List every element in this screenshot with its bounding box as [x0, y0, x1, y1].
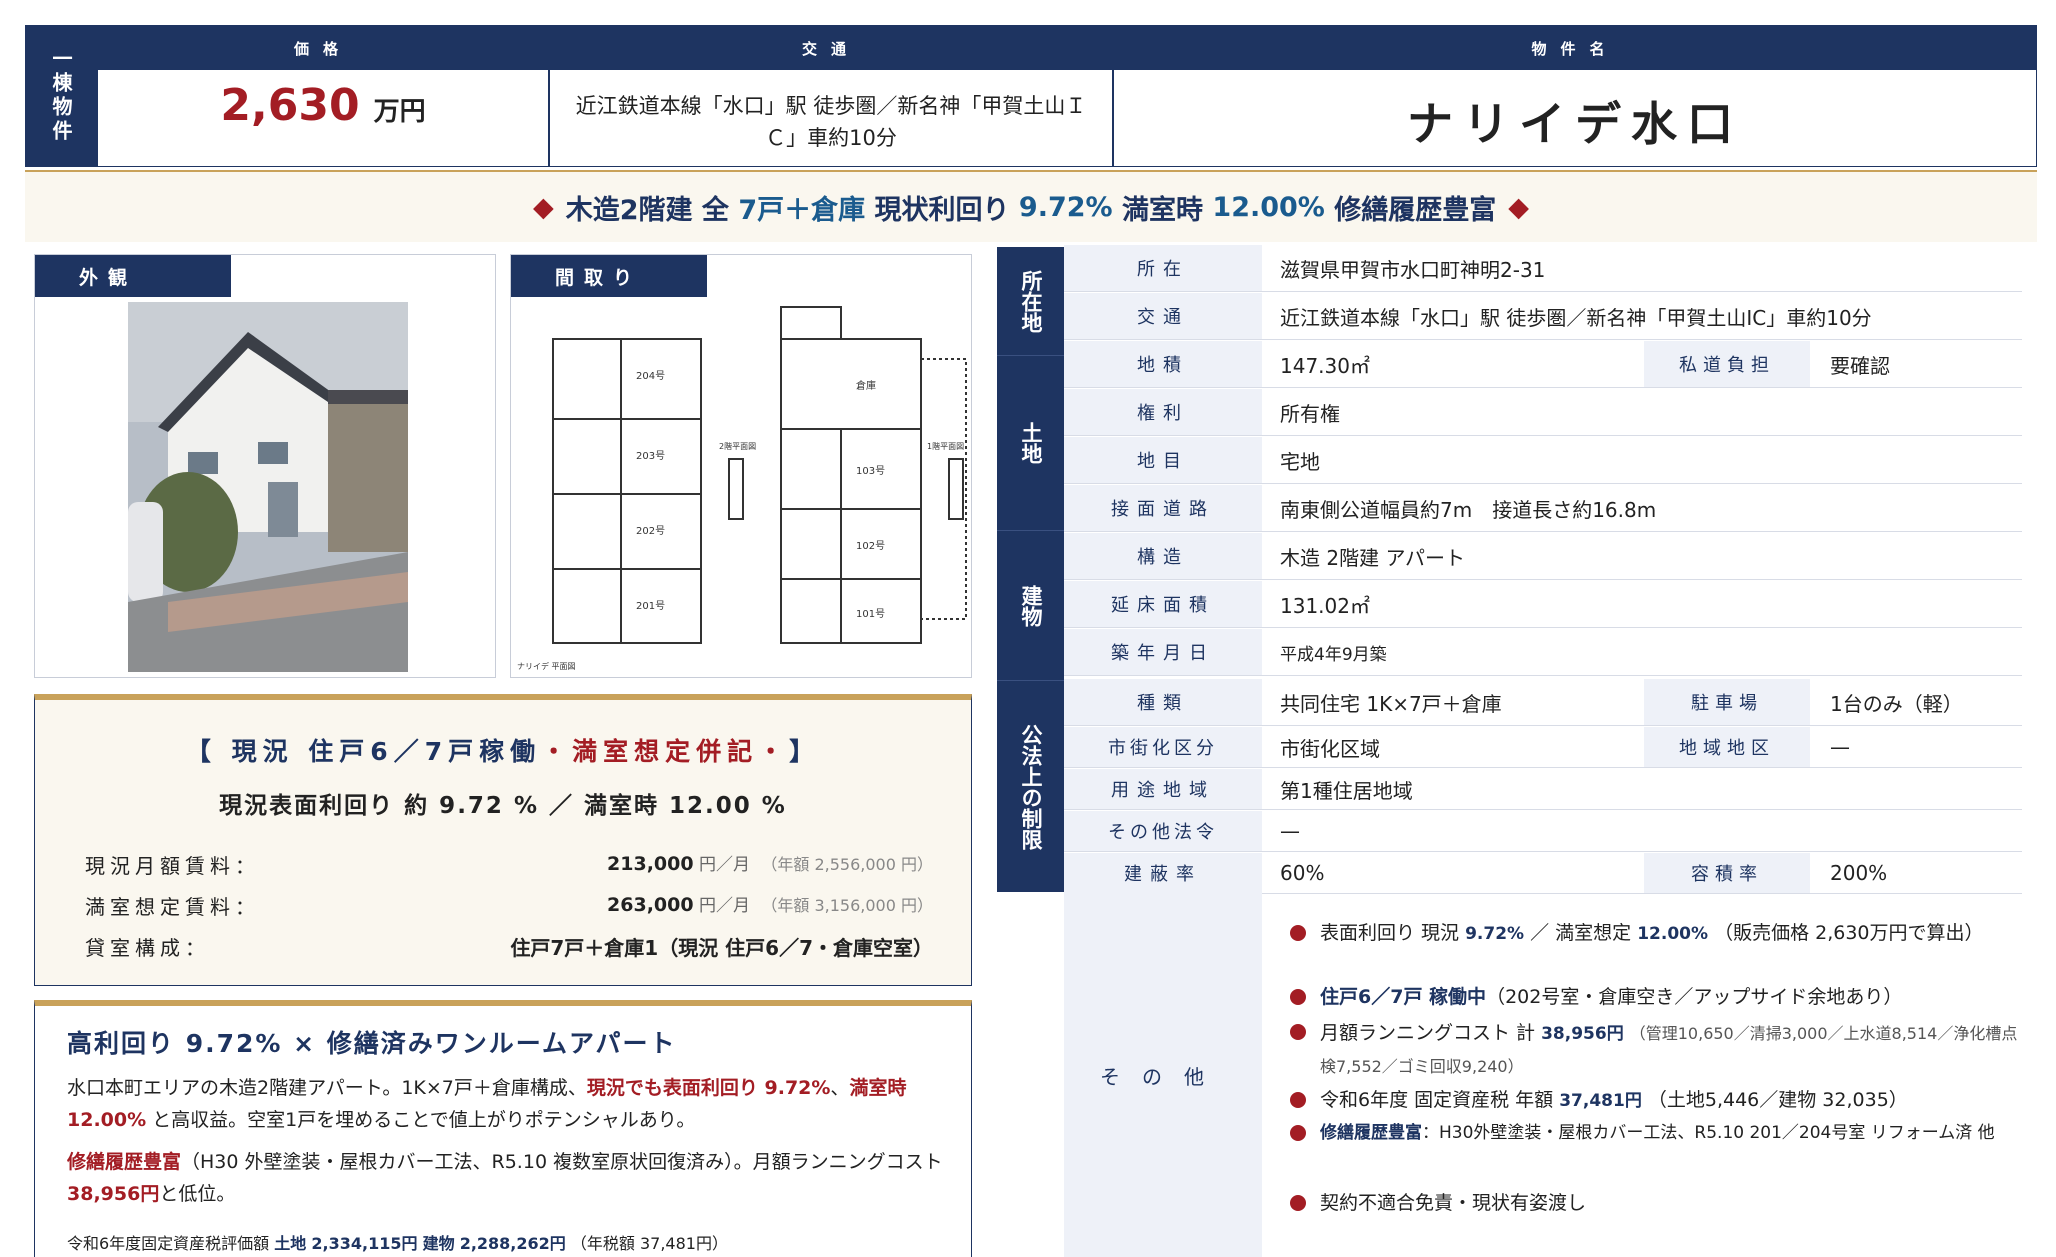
floorplan-label: 間取り: [511, 255, 707, 297]
property-name: ナリイデ水口: [1407, 97, 1743, 151]
detail-row-built: 築年月日 平成4年9月築: [1064, 629, 2022, 676]
plan-room-201: 201号: [636, 600, 665, 612]
section-land: 土地: [997, 355, 1064, 530]
income-summary-box: 【 現況 住戸6／7戸稼働・満室想定併記・】 現況表面利回り 約 9.72 % …: [34, 694, 972, 986]
plan-caption: ナリイデ 平面図: [517, 661, 576, 671]
price-unit: 万円: [373, 97, 426, 127]
other-bullet-as-is: 契約不適合免責・現状有姿渡し: [1290, 1188, 1586, 1218]
section-location: 所在地: [997, 247, 1064, 355]
exterior-label: 外観: [35, 255, 231, 297]
feature-tax-line: 令和6年度固定資産税評価額 土地 2,334,115円 建物 2,288,262…: [67, 1234, 728, 1253]
bullet-dot-icon: [1290, 1195, 1306, 1211]
bullet-dot-icon: [1290, 1125, 1306, 1141]
banner-full-yield: 12.00%: [1212, 191, 1325, 223]
plan-room-103: 103号: [856, 465, 885, 477]
income-title: 【 現況 住戸6／7戸稼働・満室想定併記・】: [185, 737, 821, 766]
plan-side-label-2f: 2階平面図: [719, 441, 756, 451]
banner-units: 7戸＋倉庫: [738, 194, 866, 226]
price-label: 価格: [98, 26, 548, 70]
plan-room-204: 204号: [636, 370, 665, 382]
plan-room-101: 101号: [856, 608, 885, 620]
plan-room-203: 203号: [636, 450, 665, 462]
detail-row-other-laws: その他法令 —: [1064, 811, 2022, 852]
income-row-current: 現況月額賃料： 213,000 円／月 （年額 2,556,000 円）: [85, 853, 933, 878]
bullet-dot-icon: [1290, 1092, 1306, 1108]
headline-banner: ◆ 木造2階建 全 7戸＋倉庫 現状利回り 9.72% 満室時 12.00% 修…: [25, 170, 2037, 242]
transport-cell: 交通 近江鉄道本線「水口」駅 徒歩圏／新名神「甲賀土山ＩＣ」車約10分: [549, 25, 1113, 167]
transport-value: 近江鉄道本線「水口」駅 徒歩圏／新名神「甲賀土山ＩＣ」車約10分: [575, 94, 1087, 150]
other-bullet-occupancy: 住戸6／7戸 稼働中（202号室・倉庫空き／アップサイド余地あり）: [1290, 982, 1902, 1012]
detail-row-zoning-class: 市街化区分 市街化区域 地域地区 —: [1064, 727, 2022, 768]
bullet-dot-icon: [1290, 925, 1306, 941]
price-cell: 価格 2,630 万円: [97, 25, 549, 167]
detail-row-floor-area: 延床面積 131.02㎡: [1064, 581, 2022, 628]
feature-box: 高利回り 9.72% × 修繕済みワンルームアパート 水口本町エリアの木造2階建…: [34, 1000, 972, 1257]
other-bullet-yield: 表面利回り 現況 9.72% ／ 満室想定 12.00% （販売価格 2,630…: [1290, 918, 1984, 949]
price-value: 2,630: [220, 80, 360, 131]
banner-yield: 9.72%: [1018, 191, 1113, 223]
name-cell: 物件名 ナリイデ水口: [1113, 25, 2037, 167]
exterior-panel: 外観: [34, 254, 496, 678]
transport-label: 交通: [550, 26, 1112, 70]
header-side-label-text: 一棟物件: [49, 48, 73, 144]
other-bullet-tax: 令和6年度 固定資産税 年額 37,481円 （土地5,446／建物 32,03…: [1290, 1085, 1908, 1116]
plan-room-102: 102号: [856, 540, 885, 552]
bullet-dot-icon: [1290, 1024, 1306, 1040]
name-label: 物件名: [1114, 26, 2036, 70]
detail-row-transport: 交通 近江鉄道本線「水口」駅 徒歩圏／新名神「甲賀土山IC」車約10分: [1064, 293, 2022, 340]
income-row-units: 貸室構成： 住戸7戸＋倉庫1（現況 住戸6／7・倉庫空室）: [85, 936, 933, 960]
banner-mid: 現状利回り: [874, 194, 1010, 226]
feature-title: 高利回り 9.72% × 修繕済みワンルームアパート: [67, 1029, 677, 1058]
diamond-icon: ◆: [532, 191, 554, 223]
other-label: その他: [1064, 893, 1262, 1257]
detail-row-rights: 権利 所有権: [1064, 389, 2022, 436]
plan-side-label-1f: 1階平面図: [927, 441, 964, 451]
floorplan-drawing: 204号 203号 202号 201号 倉庫 103号 102号 101号 2階…: [517, 306, 967, 671]
feature-paragraph-2: 修繕履歴豊富（H30 外壁塗装・屋根カバー工法、R5.10 複数室原状回復済み）…: [67, 1151, 943, 1205]
plan-room-storage: 倉庫: [856, 379, 876, 392]
detail-row-type: 種類 共同住宅 1K×7戸＋倉庫 駐車場 1台のみ（軽）: [1064, 679, 2022, 726]
other-bullet-running-cost: 月額ランニングコスト 計 38,956円 （管理10,650／清掃3,000／上…: [1290, 1017, 2020, 1083]
section-building: 建物: [997, 530, 1064, 680]
detail-row-address: 所在 滋賀県甲賀市水口町神明2-31: [1064, 245, 2022, 292]
detail-row-structure: 構造 木造 2階建 アパート: [1064, 533, 2022, 580]
detail-row-land-category: 地目 宅地: [1064, 437, 2022, 484]
feature-paragraph-1: 水口本町エリアの木造2階建アパート。1K×7戸＋倉庫構成、現況でも表面利回り 9…: [67, 1077, 907, 1131]
income-subtitle: 現況表面利回り 約 9.72 % ／ 満室時 12.00 %: [219, 793, 787, 819]
other-bullet-repairs: 修繕履歴豊富：H30外壁塗装・屋根カバー工法、R5.10 201／204号室 リ…: [1290, 1118, 1995, 1148]
exterior-photo: [128, 302, 408, 672]
banner-pre: 木造2階建 全: [565, 194, 729, 226]
income-row-full: 満室想定賃料： 263,000 円／月 （年額 3,156,000 円）: [85, 894, 933, 919]
detail-row-coverage: 建蔽率 60% 容積率 200%: [1064, 853, 2022, 894]
banner-post: 修繕履歴豊富: [1334, 194, 1497, 226]
detail-row-land-area: 地積 147.30㎡ 私道負担 要確認: [1064, 341, 2022, 388]
detail-row-road: 接面道路 南東側公道幅員約7m 接道長さ約16.8m: [1064, 485, 2022, 532]
diamond-icon: ◆: [1508, 191, 1530, 223]
floorplan-panel: 間取り 204号 203号 202号 201号 倉庫 103号 102号 101…: [510, 254, 972, 678]
header-side-label: 一棟物件: [25, 25, 97, 167]
section-legal: 公法上の制限: [997, 680, 1064, 892]
detail-row-use-district: 用途地域 第1種住居地域: [1064, 769, 2022, 810]
plan-room-202: 202号: [636, 525, 665, 537]
bullet-dot-icon: [1290, 989, 1306, 1005]
banner-mid2: 満室時: [1122, 194, 1203, 226]
